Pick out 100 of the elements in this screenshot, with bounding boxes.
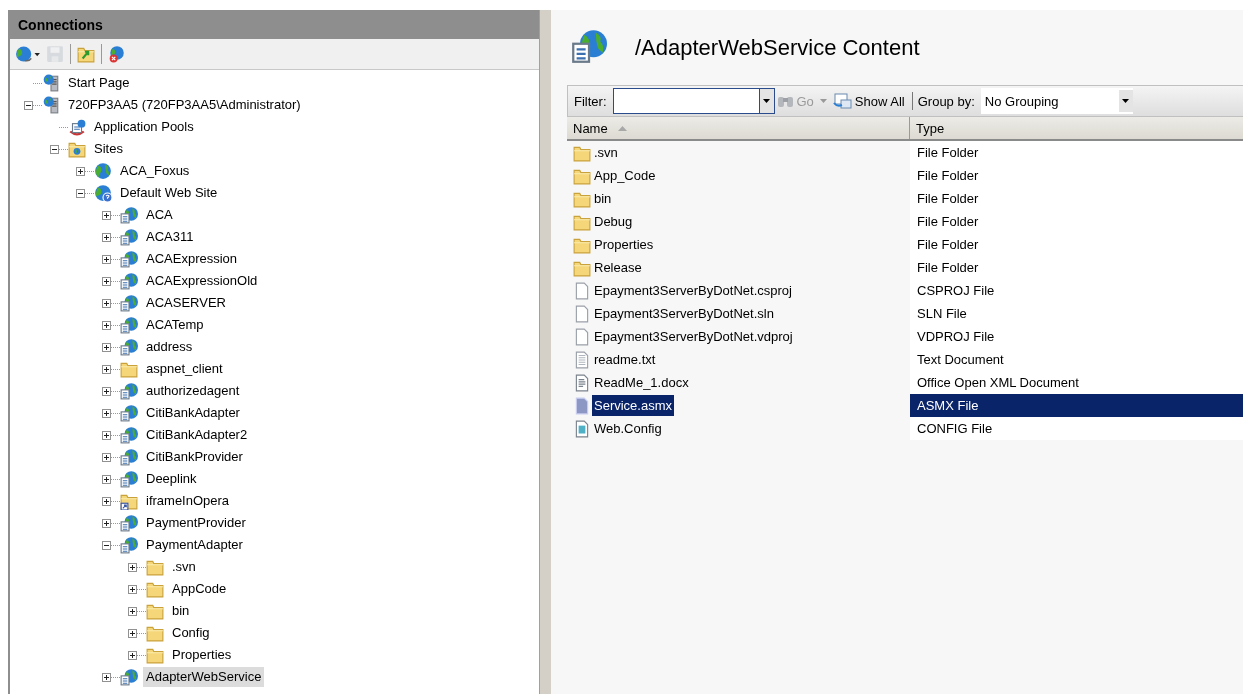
file-name[interactable]: Release	[592, 257, 644, 278]
file-name[interactable]: App_Code	[592, 165, 658, 186]
tree-item[interactable]: ACA	[143, 205, 176, 225]
binoculars-icon	[776, 94, 795, 108]
file-name[interactable]: .svn	[592, 142, 620, 163]
collapse-icon[interactable]	[50, 144, 59, 154]
file-type: File Folder	[910, 187, 1243, 210]
file-type: CSPROJ File	[910, 279, 1243, 302]
file-name[interactable]: Epayment3ServerByDotNet.sln	[592, 303, 776, 324]
globe-help-icon	[94, 184, 112, 202]
expand-icon[interactable]	[128, 584, 137, 594]
tree-item[interactable]: AppCode	[169, 579, 230, 599]
expand-icon[interactable]	[102, 430, 111, 440]
expand-icon[interactable]	[102, 408, 111, 418]
collapse-icon[interactable]	[76, 188, 85, 198]
column-header[interactable]: Type	[910, 117, 1243, 139]
tree-item[interactable]: PaymentProvider	[143, 513, 249, 533]
expand-icon[interactable]	[102, 232, 111, 242]
tree-item[interactable]: Default Web Site	[117, 183, 221, 203]
expand-icon[interactable]	[102, 474, 111, 484]
tree-item[interactable]: aspnet_client	[143, 359, 226, 379]
expand-icon[interactable]	[102, 518, 111, 528]
expand-icon[interactable]	[102, 298, 111, 308]
expand-icon[interactable]	[76, 166, 85, 176]
file-type: File Folder	[910, 233, 1243, 256]
expand-icon[interactable]	[102, 672, 111, 682]
tree-item[interactable]: ACASERVER	[143, 293, 229, 313]
group-by-label: Group by:	[917, 93, 975, 109]
folder-shortcut-icon	[120, 492, 138, 510]
page-title: /AdapterWebService Content	[635, 34, 920, 61]
expand-icon[interactable]	[102, 452, 111, 462]
tree-item[interactable]: ACAExpressionOld	[143, 271, 261, 291]
expand-icon[interactable]	[128, 562, 137, 572]
file-type: SLN File	[910, 302, 1243, 325]
file-name[interactable]: Properties	[592, 234, 656, 255]
tree-item[interactable]: address	[143, 337, 196, 357]
tree-item[interactable]: ACA311	[143, 227, 197, 247]
file-name[interactable]: ReadMe_1.docx	[592, 372, 691, 393]
globe-document-icon	[120, 316, 138, 334]
collapse-icon[interactable]	[102, 540, 111, 550]
app-pool-icon	[68, 118, 86, 136]
globe-document-icon	[571, 28, 607, 64]
file-name[interactable]: Web.Config	[592, 418, 664, 439]
expand-icon[interactable]	[128, 650, 137, 660]
expand-icon[interactable]	[102, 386, 111, 396]
file-icon	[573, 304, 591, 323]
file-name[interactable]: bin	[592, 188, 614, 209]
file-icon	[573, 281, 591, 300]
expand-icon[interactable]	[128, 628, 137, 638]
file-name[interactable]: Debug	[592, 211, 635, 232]
file-name[interactable]: Epayment3ServerByDotNet.vdproj	[592, 326, 795, 347]
globe-document-icon	[120, 426, 138, 444]
tree-item[interactable]: authorizedagent	[143, 381, 243, 401]
text-file-icon	[573, 350, 591, 369]
expand-icon[interactable]	[102, 276, 111, 286]
file-name[interactable]: readme.txt	[592, 349, 658, 370]
file-icon	[573, 327, 591, 346]
globe-document-icon	[120, 382, 138, 400]
tree-item[interactable]: Properties	[169, 645, 235, 665]
file-name[interactable]: Service.asmx	[592, 395, 675, 416]
tree-item[interactable]: CitiBankAdapter	[143, 403, 243, 423]
globe-document-icon	[120, 272, 138, 290]
caret-icon	[1122, 99, 1130, 103]
globe-document-icon	[120, 470, 138, 488]
group-by-dropdown[interactable]: No Grouping	[980, 88, 1133, 114]
expand-icon[interactable]	[102, 210, 111, 220]
tree-item[interactable]: PaymentAdapter	[143, 535, 246, 555]
tree-item[interactable]: ACA_Foxus	[117, 161, 193, 181]
connect-button[interactable]	[14, 43, 42, 65]
filter-field[interactable]	[612, 88, 775, 114]
tree-item[interactable]: Start Page	[65, 73, 133, 93]
column-header[interactable]: Name	[567, 117, 910, 139]
tree-item[interactable]: Deeplink	[143, 469, 200, 489]
tree-item[interactable]: CitiBankAdapter2	[143, 425, 251, 445]
expand-icon[interactable]	[102, 342, 111, 352]
expand-icon[interactable]	[102, 320, 111, 330]
expand-icon[interactable]	[102, 496, 111, 506]
disconnect-button[interactable]	[107, 43, 127, 65]
tree-item[interactable]: bin	[169, 601, 193, 621]
expand-icon[interactable]	[102, 254, 111, 264]
tree-item[interactable]: iframeInOpera	[143, 491, 233, 511]
tree-item[interactable]: ACATemp	[143, 315, 207, 335]
tree-item[interactable]: Sites	[91, 139, 126, 159]
tree-item[interactable]: 720FP3AA5 (720FP3AA5\Administrator)	[65, 95, 304, 115]
tree-item[interactable]: ACAExpression	[143, 249, 241, 269]
filter-label: Filter:	[574, 93, 607, 109]
expand-icon[interactable]	[128, 606, 137, 616]
tree-item[interactable]: CitiBankProvider	[143, 447, 246, 467]
folder-icon	[146, 602, 164, 620]
file-name[interactable]: Epayment3ServerByDotNet.csproj	[592, 280, 794, 301]
tree-item[interactable]: AdapterWebService	[143, 667, 265, 687]
globe-document-icon	[120, 668, 138, 686]
tree-item[interactable]: .svn	[169, 557, 199, 577]
tree-item[interactable]: Application Pools	[91, 117, 197, 137]
tree-item[interactable]: Config	[169, 623, 213, 643]
globe-document-icon	[120, 294, 138, 312]
show-all-button[interactable]: Show All	[830, 93, 907, 109]
expand-icon[interactable]	[102, 364, 111, 374]
file-type: ASMX File	[910, 394, 1243, 417]
collapse-icon[interactable]	[24, 100, 33, 110]
